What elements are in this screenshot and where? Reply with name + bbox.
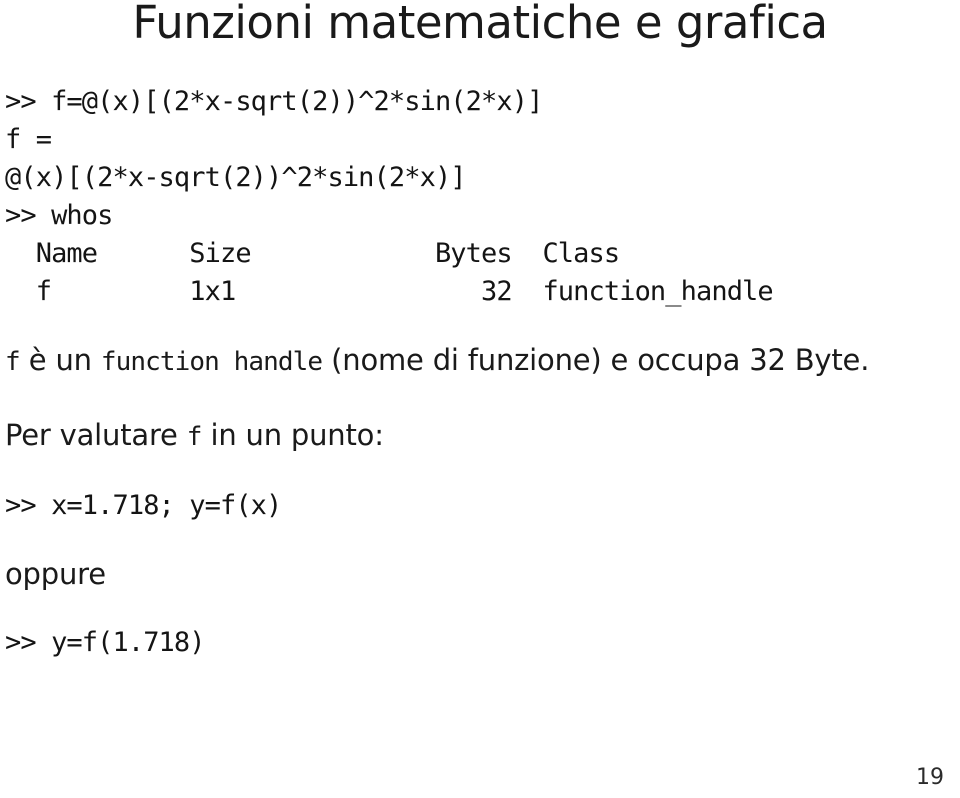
evaluation-intro-part-1: Per valutare (5, 418, 187, 452)
whos-table-header: Name Size Bytes Class (5, 238, 620, 269)
console-line-whos-command: >> whos (5, 200, 113, 231)
console-line-f-echo: @(x)[(2*x-sqrt(2))^2*sin(2*x)] (5, 162, 467, 193)
console-line-eval-with-variable: >> x=1.718; y=f(x) (5, 490, 282, 521)
description-term-function-handle: function handle (100, 347, 323, 377)
console-line-eval-direct: >> y=f(1.718) (5, 627, 206, 658)
description-text: f è un function handle (nome di funzione… (5, 341, 960, 382)
console-line-f-assign: f = (5, 124, 52, 155)
whos-table-row: f 1x1 32 function_handle (5, 276, 774, 307)
alternative-label: oppure (5, 557, 106, 591)
evaluation-intro-part-2: in un punto: (201, 418, 384, 452)
description-text-part-1: è un (19, 343, 101, 377)
slide-content: >> f=@(x)[(2*x-sqrt(2))^2*sin(2*x)] f = … (5, 83, 960, 662)
console-line-definition: >> f=@(x)[(2*x-sqrt(2))^2*sin(2*x)] (5, 86, 543, 117)
evaluation-intro-variable-name: f (186, 422, 203, 452)
page-number: 19 (916, 765, 944, 790)
description-variable-name: f (5, 347, 21, 377)
evaluation-intro-text: Per valutare f in un punto: (5, 416, 960, 457)
page-title: Funzioni matematiche e grafica (132, 0, 828, 49)
description-text-part-2: (nome di funzione) e occupa 32 Byte. (322, 343, 870, 377)
